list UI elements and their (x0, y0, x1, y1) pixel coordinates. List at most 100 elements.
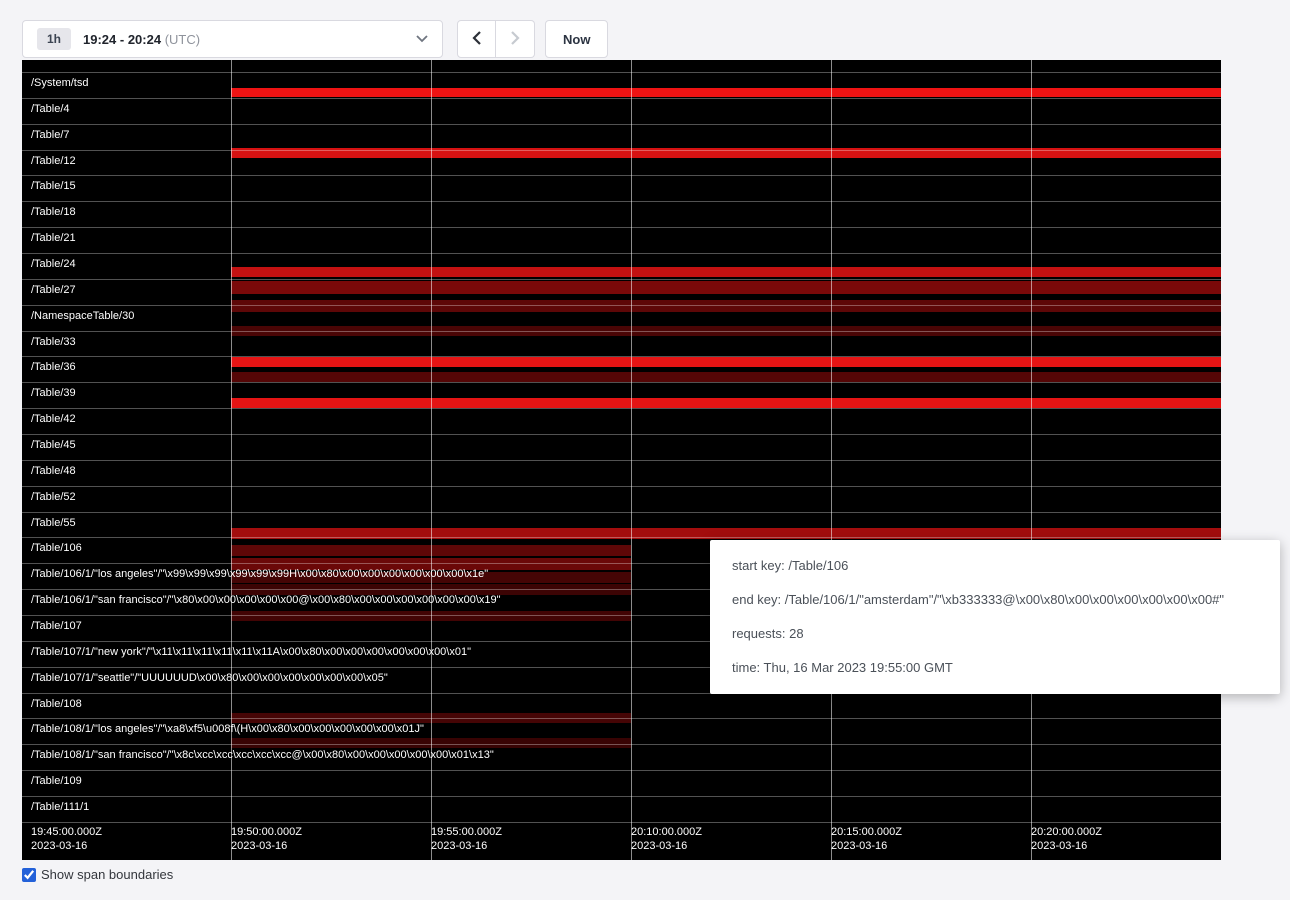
range-timezone-text: (UTC) (165, 32, 200, 47)
chevron-right-icon (511, 31, 520, 48)
span-label: /Table/27 (31, 284, 76, 296)
span-label: /Table/52 (31, 491, 76, 503)
span-boundary-line (22, 512, 1221, 513)
span-label: /Table/109 (31, 775, 82, 787)
tooltip-requests: requests: 28 (732, 624, 1258, 644)
span-label: /Table/24 (31, 258, 76, 270)
span-label: /Table/33 (31, 336, 76, 348)
span-label: /Table/106/1/"los angeles"/"\x99\x99\x99… (31, 568, 488, 580)
axis-tick-date: 2023-03-16 (631, 839, 702, 853)
range-duration-badge: 1h (37, 28, 71, 50)
tooltip-time: time: Thu, 16 Mar 2023 19:55:00 GMT (732, 658, 1258, 678)
span-label: /Table/45 (31, 439, 76, 451)
span-boundary-line (22, 150, 1221, 151)
span-label: /Table/107 (31, 620, 82, 632)
heat-band (231, 300, 1221, 312)
span-label: /Table/108 (31, 698, 82, 710)
span-boundary-line (22, 124, 1221, 125)
axis-tick: 20:10:00.000Z2023-03-16 (631, 825, 702, 853)
span-boundary-line (22, 382, 1221, 383)
span-boundary-line (22, 460, 1221, 461)
axis-tick-time: 19:50:00.000Z (231, 825, 302, 839)
next-interval-button[interactable] (496, 20, 535, 58)
time-toolbar: 1h 19:24 - 20:24 (UTC) Now (22, 20, 1290, 58)
axis-tick: 20:15:00.000Z2023-03-16 (831, 825, 902, 853)
span-boundary-line (22, 744, 1221, 745)
range-time-text: 19:24 - 20:24 (83, 32, 161, 47)
key-visualizer-page: 1h 19:24 - 20:24 (UTC) Now (0, 0, 1290, 882)
span-boundary-line (22, 822, 1221, 823)
span-boundary-line (22, 279, 1221, 280)
axis-tick: 19:50:00.000Z2023-03-16 (231, 825, 302, 853)
tooltip-end-key: end key: /Table/106/1/"amsterdam"/"\xb33… (732, 590, 1258, 610)
prev-interval-button[interactable] (457, 20, 496, 58)
span-boundary-line (22, 201, 1221, 202)
span-label: /Table/39 (31, 387, 76, 399)
axis-tick: 19:45:00.000Z2023-03-16 (31, 825, 102, 853)
span-boundary-line (22, 356, 1221, 357)
span-label: /Table/36 (31, 361, 76, 373)
key-visualizer-canvas[interactable]: start key: /Table/106 end key: /Table/10… (22, 60, 1221, 860)
axis-tick-date: 2023-03-16 (231, 839, 302, 853)
show-span-boundaries-control: Show span boundaries (22, 867, 1290, 882)
chevron-down-icon (416, 35, 428, 43)
span-boundary-line (22, 253, 1221, 254)
span-label: /Table/15 (31, 180, 76, 192)
span-label: /Table/4 (31, 103, 70, 115)
heat-band (231, 88, 1221, 97)
span-boundary-line (22, 227, 1221, 228)
span-label: /Table/12 (31, 155, 76, 167)
time-range-picker[interactable]: 1h 19:24 - 20:24 (UTC) (22, 20, 443, 58)
span-boundary-line (22, 305, 1221, 306)
span-boundary-line (22, 72, 1221, 73)
span-label: /Table/106/1/"san francisco"/"\x80\x00\x… (31, 594, 501, 606)
axis-tick-date: 2023-03-16 (831, 839, 902, 853)
span-label: /NamespaceTable/30 (31, 310, 134, 322)
span-label: /Table/21 (31, 232, 76, 244)
range-label: 19:24 - 20:24 (UTC) (83, 32, 200, 47)
heat-band (231, 398, 1221, 408)
interval-nav-group (457, 20, 535, 58)
axis-tick-date: 2023-03-16 (431, 839, 502, 853)
span-boundary-line (22, 175, 1221, 176)
span-boundary-line (22, 486, 1221, 487)
span-label: /Table/48 (31, 465, 76, 477)
span-label: /Table/18 (31, 206, 76, 218)
span-label: /Table/7 (31, 129, 70, 141)
heat-band (231, 357, 1221, 367)
span-label: /Table/107/1/"seattle"/"UUUUUUD\x00\x80\… (31, 672, 388, 684)
span-label: /Table/55 (31, 517, 76, 529)
axis-tick-time: 20:10:00.000Z (631, 825, 702, 839)
span-boundary-line (22, 796, 1221, 797)
heat-band (231, 372, 1221, 382)
axis-tick: 20:20:00.000Z2023-03-16 (1031, 825, 1102, 853)
axis-tick-date: 2023-03-16 (1031, 839, 1102, 853)
axis-tick-date: 2023-03-16 (31, 839, 102, 853)
hover-tooltip: start key: /Table/106 end key: /Table/10… (710, 540, 1280, 694)
span-boundary-line (22, 718, 1221, 719)
show-span-boundaries-label: Show span boundaries (41, 867, 173, 882)
span-boundary-line (22, 98, 1221, 99)
tooltip-start-key: start key: /Table/106 (732, 556, 1258, 576)
axis-tick-time: 20:15:00.000Z (831, 825, 902, 839)
show-span-boundaries-checkbox[interactable] (22, 868, 36, 882)
span-boundary-line (22, 331, 1221, 332)
span-boundary-line (22, 537, 1221, 538)
span-label: /Table/106 (31, 542, 82, 554)
span-label: /Table/108/1/"san francisco"/"\x8c\xcc\x… (31, 749, 494, 761)
chevron-left-icon (472, 31, 481, 48)
now-button[interactable]: Now (545, 20, 608, 58)
span-boundary-line (22, 434, 1221, 435)
span-label: /Table/42 (31, 413, 76, 425)
span-label: /Table/108/1/"los angeles"/"\xa8\xf5\u00… (31, 723, 424, 735)
heat-band (231, 281, 1221, 294)
span-boundary-line (22, 770, 1221, 771)
axis-tick-time: 19:45:00.000Z (31, 825, 102, 839)
axis-tick-time: 20:20:00.000Z (1031, 825, 1102, 839)
span-label: /Table/111/1 (31, 801, 89, 813)
span-label: /Table/107/1/"new york"/"\x11\x11\x11\x1… (31, 646, 471, 658)
span-boundary-line (22, 408, 1221, 409)
axis-tick-time: 19:55:00.000Z (431, 825, 502, 839)
span-label: /System/tsd (31, 77, 88, 89)
axis-tick: 19:55:00.000Z2023-03-16 (431, 825, 502, 853)
